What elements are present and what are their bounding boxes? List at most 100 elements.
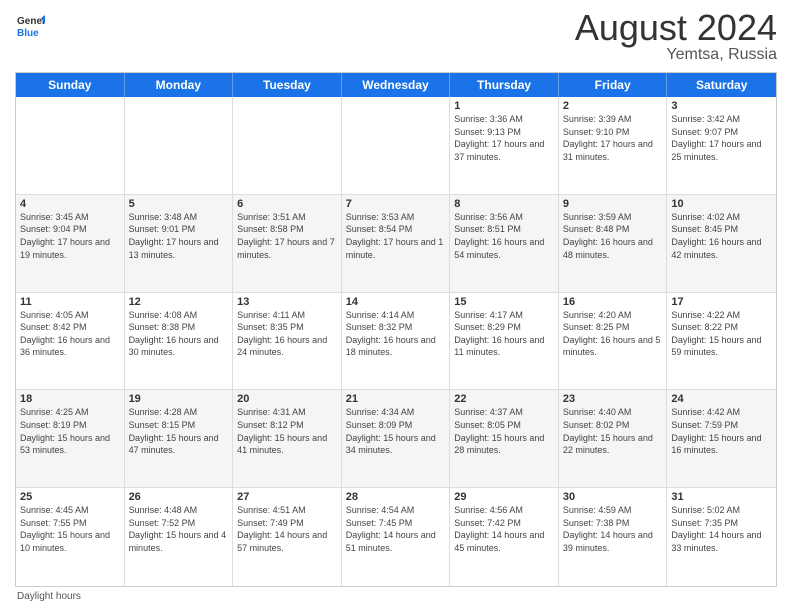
day-cell-5: 5Sunrise: 3:48 AM Sunset: 9:01 PM Daylig… [125,195,234,292]
day-number: 7 [346,198,446,210]
day-info: Sunrise: 3:59 AM Sunset: 8:48 PM Dayligh… [563,211,663,261]
day-info: Sunrise: 4:40 AM Sunset: 8:02 PM Dayligh… [563,406,663,456]
empty-cell-w0d3 [342,97,451,194]
day-info: Sunrise: 4:37 AM Sunset: 8:05 PM Dayligh… [454,406,554,456]
svg-text:Blue: Blue [17,28,39,39]
day-cell-30: 30Sunrise: 4:59 AM Sunset: 7:38 PM Dayli… [559,488,668,586]
day-info: Sunrise: 4:59 AM Sunset: 7:38 PM Dayligh… [563,504,663,554]
day-number: 17 [671,296,772,308]
day-number: 22 [454,393,554,405]
day-of-week-monday: Monday [125,73,234,97]
day-info: Sunrise: 4:05 AM Sunset: 8:42 PM Dayligh… [20,309,120,359]
day-info: Sunrise: 4:02 AM Sunset: 8:45 PM Dayligh… [671,211,772,261]
day-info: Sunrise: 4:20 AM Sunset: 8:25 PM Dayligh… [563,309,663,359]
day-cell-24: 24Sunrise: 4:42 AM Sunset: 7:59 PM Dayli… [667,390,776,487]
day-number: 26 [129,491,229,503]
main-title: August 2024 [575,10,777,46]
day-info: Sunrise: 5:02 AM Sunset: 7:35 PM Dayligh… [671,504,772,554]
day-cell-21: 21Sunrise: 4:34 AM Sunset: 8:09 PM Dayli… [342,390,451,487]
day-number: 28 [346,491,446,503]
day-number: 1 [454,100,554,112]
day-number: 23 [563,393,663,405]
day-of-week-sunday: Sunday [16,73,125,97]
calendar-week-5: 25Sunrise: 4:45 AM Sunset: 7:55 PM Dayli… [16,488,776,586]
day-cell-29: 29Sunrise: 4:56 AM Sunset: 7:42 PM Dayli… [450,488,559,586]
day-cell-8: 8Sunrise: 3:56 AM Sunset: 8:51 PM Daylig… [450,195,559,292]
day-number: 5 [129,198,229,210]
day-info: Sunrise: 4:54 AM Sunset: 7:45 PM Dayligh… [346,504,446,554]
day-cell-11: 11Sunrise: 4:05 AM Sunset: 8:42 PM Dayli… [16,293,125,390]
day-number: 3 [671,100,772,112]
day-info: Sunrise: 3:39 AM Sunset: 9:10 PM Dayligh… [563,113,663,163]
day-cell-1: 1Sunrise: 3:36 AM Sunset: 9:13 PM Daylig… [450,97,559,194]
day-number: 9 [563,198,663,210]
day-cell-16: 16Sunrise: 4:20 AM Sunset: 8:25 PM Dayli… [559,293,668,390]
day-info: Sunrise: 3:42 AM Sunset: 9:07 PM Dayligh… [671,113,772,163]
day-info: Sunrise: 4:45 AM Sunset: 7:55 PM Dayligh… [20,504,120,554]
day-number: 6 [237,198,337,210]
day-cell-6: 6Sunrise: 3:51 AM Sunset: 8:58 PM Daylig… [233,195,342,292]
day-number: 12 [129,296,229,308]
day-info: Sunrise: 3:36 AM Sunset: 9:13 PM Dayligh… [454,113,554,163]
day-cell-31: 31Sunrise: 5:02 AM Sunset: 7:35 PM Dayli… [667,488,776,586]
day-info: Sunrise: 4:31 AM Sunset: 8:12 PM Dayligh… [237,406,337,456]
day-info: Sunrise: 4:56 AM Sunset: 7:42 PM Dayligh… [454,504,554,554]
day-info: Sunrise: 4:17 AM Sunset: 8:29 PM Dayligh… [454,309,554,359]
day-number: 20 [237,393,337,405]
day-info: Sunrise: 3:53 AM Sunset: 8:54 PM Dayligh… [346,211,446,261]
day-cell-18: 18Sunrise: 4:25 AM Sunset: 8:19 PM Dayli… [16,390,125,487]
day-info: Sunrise: 3:48 AM Sunset: 9:01 PM Dayligh… [129,211,229,261]
calendar-header: SundayMondayTuesdayWednesdayThursdayFrid… [16,73,776,97]
day-cell-22: 22Sunrise: 4:37 AM Sunset: 8:05 PM Dayli… [450,390,559,487]
day-number: 14 [346,296,446,308]
header: General Blue August 2024 Yemtsa, Russia [15,10,777,64]
day-number: 15 [454,296,554,308]
svg-text:General: General [17,16,45,27]
day-info: Sunrise: 3:51 AM Sunset: 8:58 PM Dayligh… [237,211,337,261]
logo-icon: General Blue [15,10,45,40]
day-of-week-friday: Friday [559,73,668,97]
day-number: 18 [20,393,120,405]
day-info: Sunrise: 4:14 AM Sunset: 8:32 PM Dayligh… [346,309,446,359]
day-info: Sunrise: 3:45 AM Sunset: 9:04 PM Dayligh… [20,211,120,261]
empty-cell-w0d1 [125,97,234,194]
day-number: 31 [671,491,772,503]
day-number: 8 [454,198,554,210]
day-cell-2: 2Sunrise: 3:39 AM Sunset: 9:10 PM Daylig… [559,97,668,194]
day-of-week-saturday: Saturday [667,73,776,97]
page: General Blue August 2024 Yemtsa, Russia … [0,0,792,612]
calendar-body: 1Sunrise: 3:36 AM Sunset: 9:13 PM Daylig… [16,97,776,586]
day-number: 11 [20,296,120,308]
day-number: 19 [129,393,229,405]
day-number: 24 [671,393,772,405]
day-cell-12: 12Sunrise: 4:08 AM Sunset: 8:38 PM Dayli… [125,293,234,390]
day-cell-9: 9Sunrise: 3:59 AM Sunset: 8:48 PM Daylig… [559,195,668,292]
day-cell-23: 23Sunrise: 4:40 AM Sunset: 8:02 PM Dayli… [559,390,668,487]
calendar-week-3: 11Sunrise: 4:05 AM Sunset: 8:42 PM Dayli… [16,293,776,391]
day-number: 2 [563,100,663,112]
empty-cell-w0d2 [233,97,342,194]
day-number: 10 [671,198,772,210]
day-number: 21 [346,393,446,405]
day-cell-7: 7Sunrise: 3:53 AM Sunset: 8:54 PM Daylig… [342,195,451,292]
day-info: Sunrise: 4:08 AM Sunset: 8:38 PM Dayligh… [129,309,229,359]
day-number: 30 [563,491,663,503]
day-cell-4: 4Sunrise: 3:45 AM Sunset: 9:04 PM Daylig… [16,195,125,292]
day-number: 16 [563,296,663,308]
footer-text: Daylight hours [17,591,81,602]
day-info: Sunrise: 4:25 AM Sunset: 8:19 PM Dayligh… [20,406,120,456]
day-cell-15: 15Sunrise: 4:17 AM Sunset: 8:29 PM Dayli… [450,293,559,390]
day-number: 13 [237,296,337,308]
day-of-week-thursday: Thursday [450,73,559,97]
day-number: 4 [20,198,120,210]
calendar-week-2: 4Sunrise: 3:45 AM Sunset: 9:04 PM Daylig… [16,195,776,293]
day-info: Sunrise: 4:11 AM Sunset: 8:35 PM Dayligh… [237,309,337,359]
empty-cell-w0d0 [16,97,125,194]
day-number: 25 [20,491,120,503]
day-cell-14: 14Sunrise: 4:14 AM Sunset: 8:32 PM Dayli… [342,293,451,390]
day-cell-10: 10Sunrise: 4:02 AM Sunset: 8:45 PM Dayli… [667,195,776,292]
day-cell-3: 3Sunrise: 3:42 AM Sunset: 9:07 PM Daylig… [667,97,776,194]
day-cell-25: 25Sunrise: 4:45 AM Sunset: 7:55 PM Dayli… [16,488,125,586]
day-number: 29 [454,491,554,503]
day-info: Sunrise: 4:28 AM Sunset: 8:15 PM Dayligh… [129,406,229,456]
